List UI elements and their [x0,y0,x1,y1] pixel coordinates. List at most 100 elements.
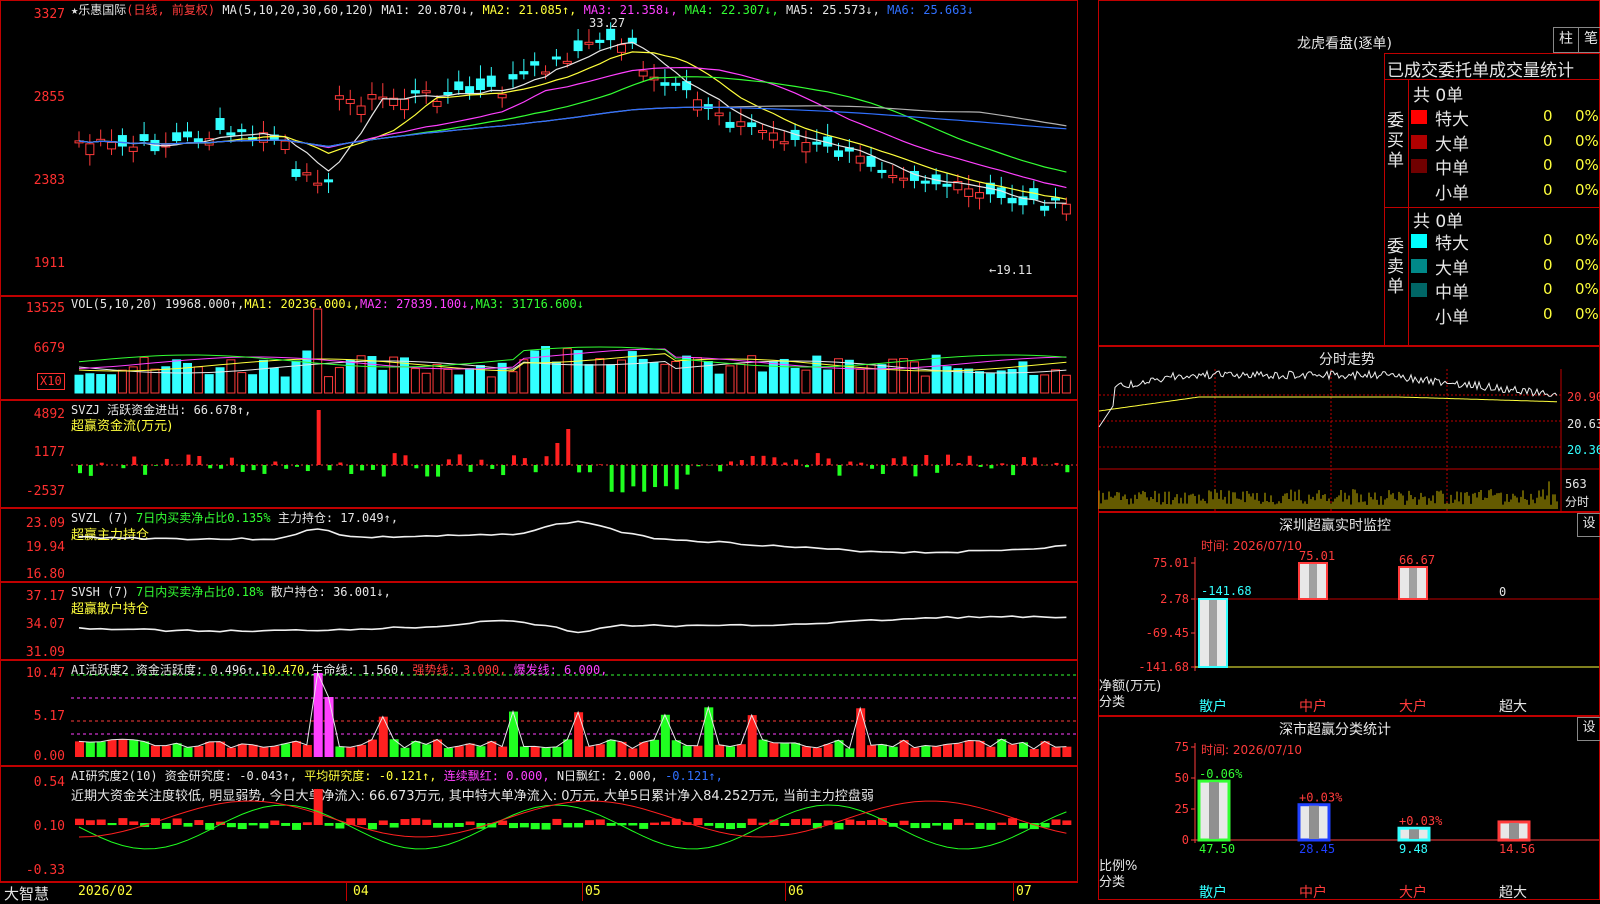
research-bar [661,822,670,825]
flow-bar [501,465,505,475]
classify-xlabel: 分类 [1099,871,1125,890]
bar-shade [1409,829,1419,839]
axis-tick: 23.09 [3,516,65,531]
axis-tick: 0.10 [3,819,65,834]
flow-bar [772,457,776,465]
tick-mode-button[interactable]: 笔 [1578,27,1600,53]
volume-bar [194,367,202,393]
activity-bar [715,745,724,757]
flow-bar [306,465,310,471]
activity-bar [238,744,247,757]
bar-mode-button[interactable]: 柱 [1553,27,1579,53]
research-bar [932,823,941,826]
order-stat-row: 小单00% [1411,303,1599,327]
app-logo[interactable]: 大智慧 [4,883,49,904]
bar-change-label: +0.03% [1399,814,1443,828]
research-bar [542,823,551,830]
bar-value-label: 75.01 [1299,549,1335,563]
volume-panel[interactable]: 13525 6679 X10 VOL(5,10,20) 19968.000↑,M… [0,296,1078,400]
research-bar [845,820,854,825]
flow-bar [447,459,451,465]
axis-tick: 2855 [3,90,65,105]
volume-bar [205,375,213,393]
candle [455,82,463,90]
flow-bar [349,465,353,474]
candle [835,151,843,157]
activity-bar [184,747,193,757]
order-size-label: 特大 [1435,105,1469,130]
activity-bar [401,748,410,757]
svzl-panel[interactable]: 23.09 19.94 16.80 SVZL (7) 7日内买卖净占比0.135… [0,508,1078,582]
activity-bar [813,748,822,757]
candle [325,180,333,182]
candle [118,136,126,146]
order-count: 0 [1543,181,1553,199]
candle [889,176,897,178]
flow-bar [100,463,104,465]
flow-bar [479,460,483,465]
activity-bar [422,744,431,757]
volume-bar [314,309,322,393]
research-bar [173,818,182,825]
research-bar [921,823,930,828]
activity-bar [1052,747,1061,757]
category-label: 大户 [1399,884,1427,901]
monitor-panel[interactable]: 深圳超赢实时监控 设 时间: 2026/07/10 75.012.78-69.4… [1098,512,1600,716]
candle [813,142,821,144]
svzj-panel[interactable]: 4892 1177 -2537 SVZJ 活跃资金进出: 66.678↑, 超赢… [0,400,1078,508]
activity-bar [476,746,485,757]
research-bar [650,823,659,825]
research-bar [1019,823,1028,829]
flow-bar [1011,465,1015,475]
candle [726,122,734,127]
ai-active-panel[interactable]: 10.47 5.17 0.00 AI活跃度2 资金活跃度: 0.496↑,10.… [0,660,1078,766]
research-bar [455,823,464,827]
flow-bar [132,457,136,465]
classify-panel[interactable]: 深市超赢分类统计 设 时间: 2026/07/10 7550250-0.06%4… [1098,716,1600,900]
activity-bar [910,748,919,757]
activity-bar [270,746,279,757]
research-bar [444,823,453,828]
research-bar [986,823,995,830]
research-bar [954,819,963,825]
intraday-panel[interactable]: 分时走势 20.90 20.63 20.36 563 分时 [1098,346,1600,512]
activity-bar [173,743,182,757]
candle [759,131,767,133]
volume-bar [900,359,908,393]
research-bar [1062,820,1071,825]
flow-bar [838,465,842,476]
volume-bar [118,370,126,393]
flow-bar [1065,465,1069,472]
volume-bar [1030,375,1038,393]
activity-bar [314,673,323,757]
activity-bar [878,744,887,757]
activity-bar [943,744,952,757]
volume-bar [607,365,615,393]
activity-bar [965,740,974,757]
intraday-price-mid: 20.63 [1567,417,1600,431]
kline-panel[interactable]: 3327 2855 2383 1911 ★乐惠国际(日线, 前复权) MA(5,… [0,0,1078,296]
category-label: 中户 [1299,698,1327,715]
flow-bar [957,463,961,465]
volume-bar [75,375,83,393]
flow-bar [1000,463,1004,465]
candle [596,40,604,42]
dragon-title: 龙虎看盘(逐单) [1297,33,1392,53]
volume-bar [411,369,419,393]
volume-bar [683,356,691,393]
ai-research-panel[interactable]: 0.54 0.10 -0.33 AI研究度2(10) 资金研究度: -0.043… [0,766,1078,882]
svsh-panel[interactable]: 37.17 34.07 31.09 SVSH (7) 7日内买卖净占比0.18%… [0,582,1078,660]
flow-bar [631,465,635,486]
flow-bar [458,454,462,465]
category-label: 中户 [1299,884,1327,901]
axis-tick: 2.78 [1160,592,1189,606]
activity-bar [97,742,106,757]
order-stat-row: 中单00% [1411,154,1599,178]
axis-tick: 6679 [3,341,65,356]
flow-bar [360,465,364,470]
axis-tick: 75 [1175,740,1189,754]
candle [878,170,886,172]
activity-bar [498,747,507,757]
candle [715,113,723,116]
activity-bar [921,746,930,757]
